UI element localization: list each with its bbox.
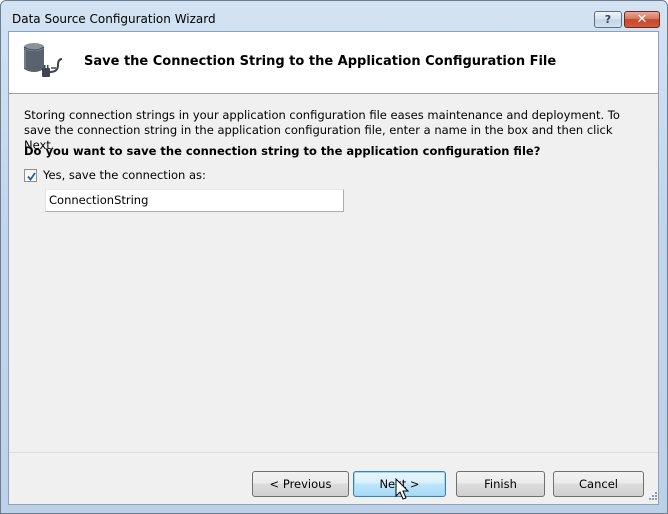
help-icon: ?: [604, 13, 612, 26]
button-area-divider: [9, 452, 658, 453]
window-title: Data Source Configuration Wizard: [12, 12, 216, 26]
save-connection-label[interactable]: Yes, save the connection as:: [43, 168, 206, 182]
title-bar[interactable]: Data Source Configuration Wizard ? ✕: [1, 1, 667, 31]
connection-name-input[interactable]: ConnectionString: [45, 189, 344, 212]
previous-button[interactable]: < Previous: [252, 471, 349, 497]
page-title: Save the Connection String to the Applic…: [84, 54, 557, 69]
resize-grip-icon[interactable]: [646, 491, 658, 503]
save-connection-row[interactable]: Yes, save the connection as:: [24, 167, 206, 183]
checkmark-icon: [27, 171, 36, 181]
wizard-window: Data Source Configuration Wizard ? ✕ Sav…: [0, 0, 668, 514]
save-connection-checkbox[interactable]: [24, 168, 37, 182]
wizard-content: Save the Connection String to the Applic…: [8, 31, 659, 505]
close-icon: ✕: [636, 12, 648, 27]
cancel-button[interactable]: Cancel: [553, 471, 644, 497]
help-button[interactable]: ?: [594, 11, 622, 28]
close-button[interactable]: ✕: [624, 11, 660, 28]
finish-button[interactable]: Finish: [456, 471, 545, 497]
save-question: Do you want to save the connection strin…: [24, 144, 541, 158]
wizard-header: Save the Connection String to the Applic…: [9, 32, 658, 94]
next-button[interactable]: Next >: [353, 471, 446, 497]
database-connection-icon: [23, 43, 63, 77]
